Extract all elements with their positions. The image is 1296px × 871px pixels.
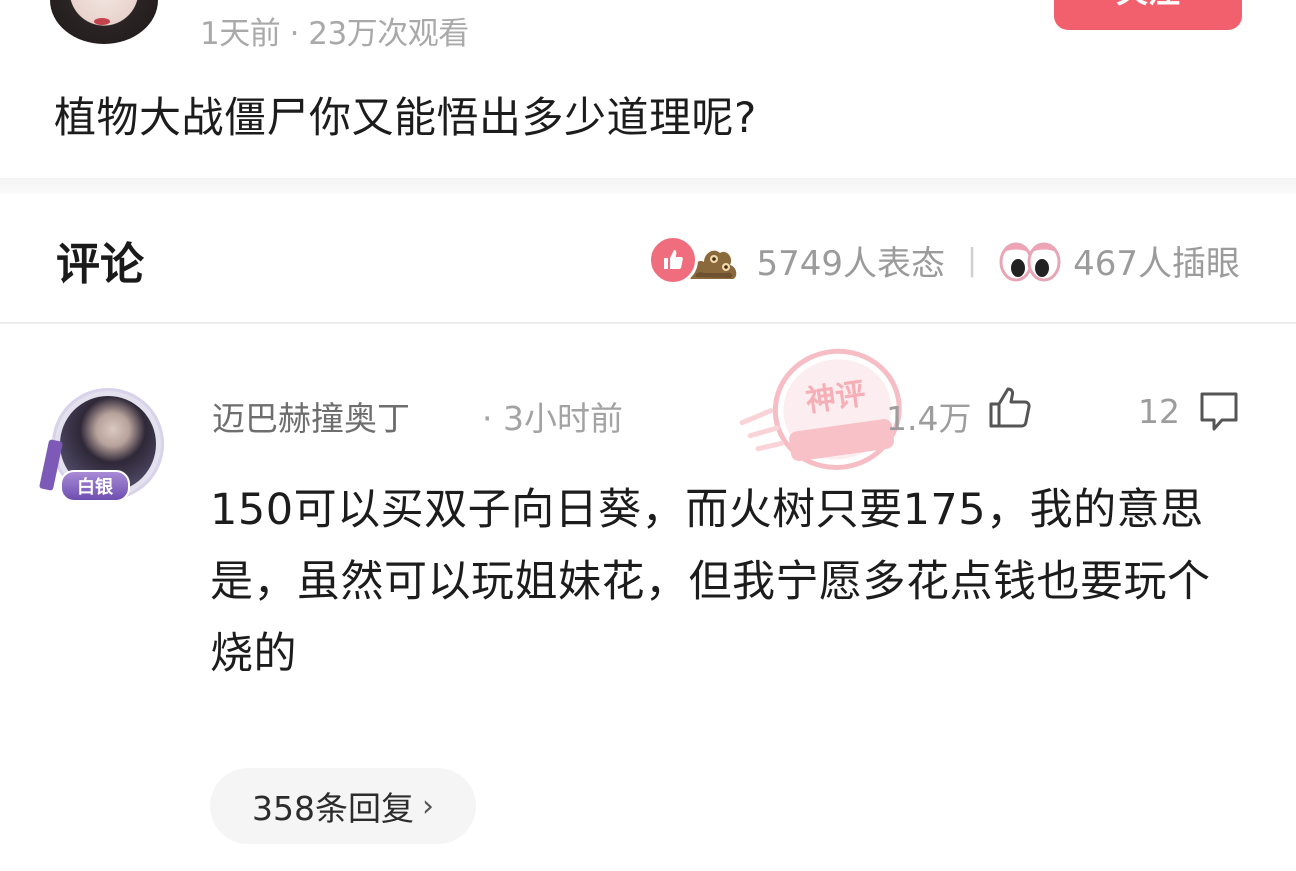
chevron-right-icon: › [422, 788, 434, 824]
like-count: 1.4万 [886, 399, 972, 438]
reactions-summary[interactable]: 5749人表态 | 467人插眼 [648, 228, 1240, 292]
view-replies-button[interactable]: 358条回复 › [210, 768, 476, 844]
comment-text: 150可以买双子向日葵，而火树只要175，我的意思是，虽然可以玩姐妹花，但我宁愿… [210, 485, 1211, 679]
post-meta: 1天前 · 23万次观看 [200, 16, 469, 52]
section-divider [0, 178, 1296, 194]
reactions-separator: | [966, 242, 978, 278]
thumbs-up-icon[interactable] [986, 384, 1034, 432]
follow-button[interactable]: 关注 [1054, 0, 1242, 30]
post-title: 植物大战僵尸你又能悟出多少道理呢? [54, 93, 757, 142]
reaction-icons [648, 235, 742, 285]
commenter-name[interactable]: 迈巴赫撞奥丁 [212, 392, 410, 440]
comment-time: · 3小时前 [482, 399, 623, 438]
rank-badge: 白银 [60, 470, 130, 502]
reply-count: 12 [1138, 392, 1180, 431]
post-author-avatar[interactable] [50, 0, 158, 44]
eye-count: 467人插眼 [1073, 243, 1240, 284]
follow-button-label: 关注 [1116, 0, 1180, 12]
view-replies-label: 358条回复 [252, 789, 414, 828]
comments-heading: 评论 [56, 239, 144, 290]
comments-header-divider [0, 322, 1296, 324]
eyes-reaction-icon [999, 238, 1061, 282]
reply-bubble-icon[interactable] [1196, 388, 1242, 434]
reaction-count: 5749人表态 [756, 243, 945, 284]
